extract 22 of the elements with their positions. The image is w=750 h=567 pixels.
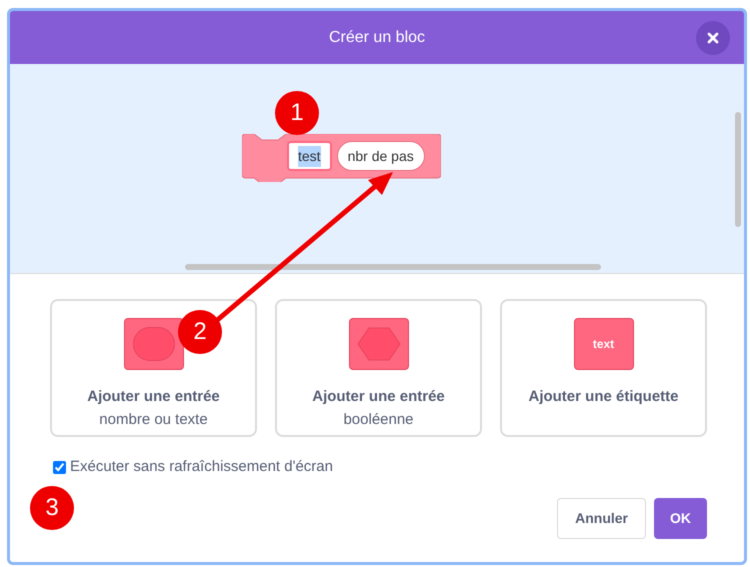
close-icon [705,30,721,46]
label-icon: text [574,318,634,370]
ok-button[interactable]: OK [654,498,707,538]
label-field[interactable]: test [287,141,332,171]
option-title: Ajouter une entrée [87,387,220,407]
option-subtitle: booléenne [343,410,414,430]
dialog-title: Créer un bloc [328,28,426,48]
horizontal-scrollbar[interactable] [185,264,601,270]
option-title: Ajouter une entrée [312,387,445,407]
option-title: Ajouter une étiquette [528,387,678,407]
vertical-scrollbar[interactable] [735,112,741,227]
label-text: test [298,146,321,166]
option-subtitle: nombre ou texte [99,410,208,430]
checkbox-label: Exécuter sans rafraîchissement d'écran [70,457,333,477]
option-card[interactable]: Ajouter une entrée booléenne [275,299,482,437]
round-input-icon [124,318,184,370]
close-button[interactable] [696,21,730,55]
input-field[interactable]: nbr de pas [336,141,425,171]
cancel-button[interactable]: Annuler [557,498,646,538]
option-card[interactable]: text Ajouter une étiquette [500,299,707,437]
boolean-input-icon [348,318,408,370]
checkbox[interactable] [53,460,66,474]
